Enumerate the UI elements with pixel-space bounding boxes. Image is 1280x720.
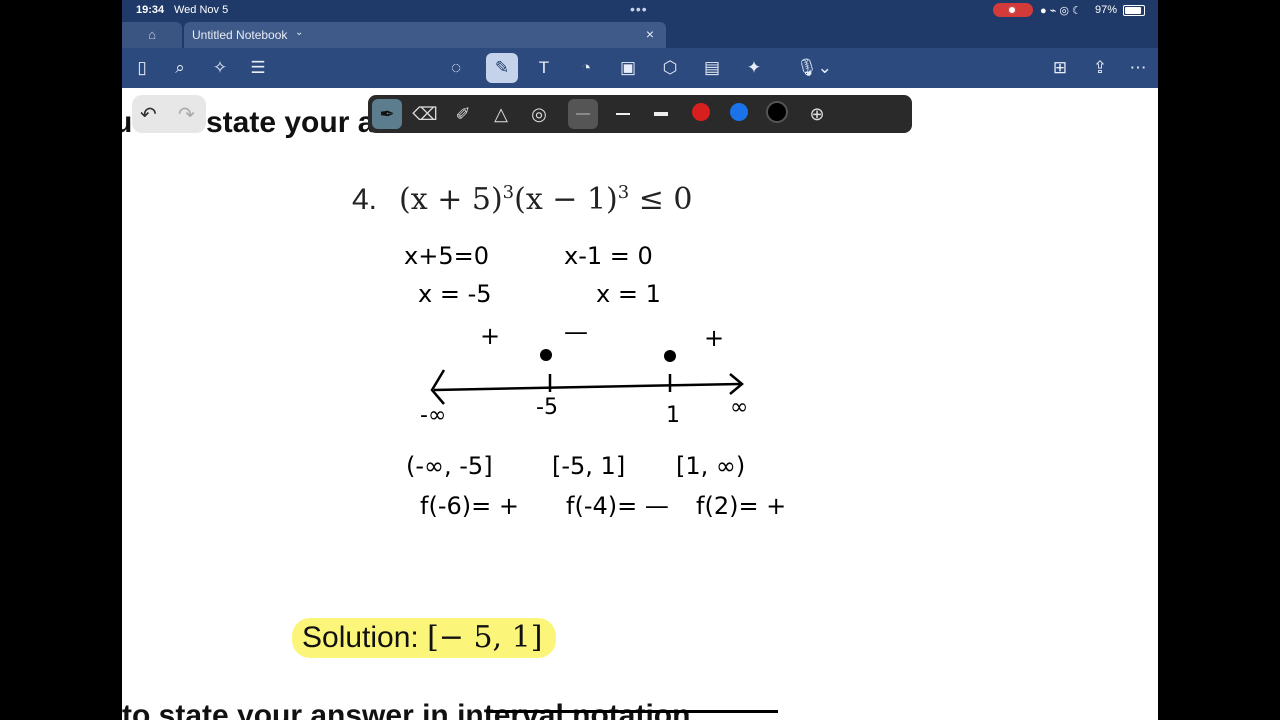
elements-icon[interactable]: ⬡ — [658, 56, 682, 80]
image-icon[interactable]: ▣ — [616, 56, 640, 80]
multitask-dots-icon[interactable]: ••• — [630, 1, 648, 17]
add-page-icon[interactable]: ⊞ — [1048, 56, 1072, 80]
home-tab[interactable]: ⌂ — [122, 22, 182, 48]
shapes-icon[interactable]: ◔ — [574, 56, 598, 80]
sidebar-icon[interactable]: ▯ — [130, 56, 154, 80]
notebook-page[interactable]: u state your a ↶ ↷ ✒ ⌫ ✐ △ ◎ ⊕ 4. (x + 5)… — [122, 88, 1158, 720]
hw-interval-2: [-5, 1] — [552, 452, 625, 480]
audio-record-icon[interactable]: 🎙⌄ — [792, 56, 836, 80]
closed-point-b — [664, 350, 676, 362]
hw-test-1: f(-6)= + — [420, 492, 519, 520]
solution-label: Solution: — [302, 621, 419, 654]
ai-sparkle-icon[interactable]: ✧ — [208, 56, 232, 80]
main-toolbar: ▯ ⌕ ✧ ☰ ◌ ✎ T ◔ ▣ ⬡ ▤ ✦ 🎙⌄ ⊞ ⇪ ⋯ — [122, 48, 1158, 88]
hw-interval-1: (-∞, -5] — [406, 452, 493, 480]
hw-test-2: f(-4)= — — [566, 492, 669, 520]
left-arrow — [430, 369, 446, 405]
chevron-down-icon[interactable]: ⌄ — [295, 27, 303, 38]
laser-pointer-icon[interactable]: ✦ — [742, 56, 766, 80]
page-list-icon[interactable]: ☰ — [246, 56, 270, 80]
status-date: Wed Nov 5 — [174, 4, 229, 16]
tab-bar: ⌂ Untitled Notebook ⌄ × — [122, 20, 1158, 48]
pen-icon[interactable]: ✎ — [486, 53, 518, 83]
battery-icon — [1123, 5, 1145, 16]
solution-value: [− 5, 1] — [427, 620, 543, 655]
home-icon: ⌂ — [148, 27, 156, 42]
close-tab-icon[interactable]: × — [646, 26, 654, 42]
hw-tick-label-b: 1 — [666, 403, 680, 428]
text-box-icon[interactable]: T — [532, 56, 556, 80]
hw-test-3: f(2)= + — [696, 492, 786, 520]
search-icon[interactable]: ⌕ — [168, 56, 192, 80]
battery-percent: 97% — [1095, 4, 1118, 16]
document-tab[interactable]: Untitled Notebook ⌄ × — [184, 22, 666, 48]
closed-point-a — [540, 349, 552, 361]
handwritten-work: x+5=0 x-1 = 0 x = -5 x = 1 + — + -∞ -5 1… — [404, 242, 786, 520]
hw-sign-2: — — [564, 318, 588, 346]
strikethrough-stroke — [486, 710, 778, 713]
status-bar: 19:34 Wed Nov 5 ••• ● ⌁ ◎ ☾ 97% — [122, 0, 1158, 20]
lasso-icon[interactable]: ◌ — [444, 56, 468, 80]
hw-eq2: x-1 = 0 — [564, 242, 653, 270]
share-icon[interactable]: ⇪ — [1088, 56, 1112, 80]
sticky-note-icon[interactable]: ▤ — [700, 56, 724, 80]
goodnotes-app: 19:34 Wed Nov 5 ••• ● ⌁ ◎ ☾ 97% ⌂ Untitl… — [122, 0, 1158, 720]
hw-interval-3: [1, ∞) — [676, 452, 745, 480]
hw-pos-inf: ∞ — [730, 395, 748, 420]
hw-sol2: x = 1 — [596, 280, 661, 308]
hw-neg-inf: -∞ — [420, 403, 446, 428]
hw-sign-1: + — [480, 322, 500, 350]
hw-sign-3: + — [704, 324, 724, 352]
screen-recording-icon[interactable] — [993, 3, 1033, 17]
hw-eq1: x+5=0 — [404, 242, 489, 270]
number-line — [433, 382, 741, 392]
system-status-icons: ● ⌁ ◎ ☾ — [1040, 5, 1082, 17]
hw-tick-label-a: -5 — [536, 395, 558, 420]
more-icon[interactable]: ⋯ — [1126, 56, 1150, 80]
hw-sol1: x = -5 — [418, 280, 492, 308]
document-title[interactable]: Untitled Notebook — [192, 28, 287, 42]
solution-highlight: Solution: [− 5, 1] — [292, 618, 556, 658]
status-time: 19:34 — [136, 4, 165, 16]
